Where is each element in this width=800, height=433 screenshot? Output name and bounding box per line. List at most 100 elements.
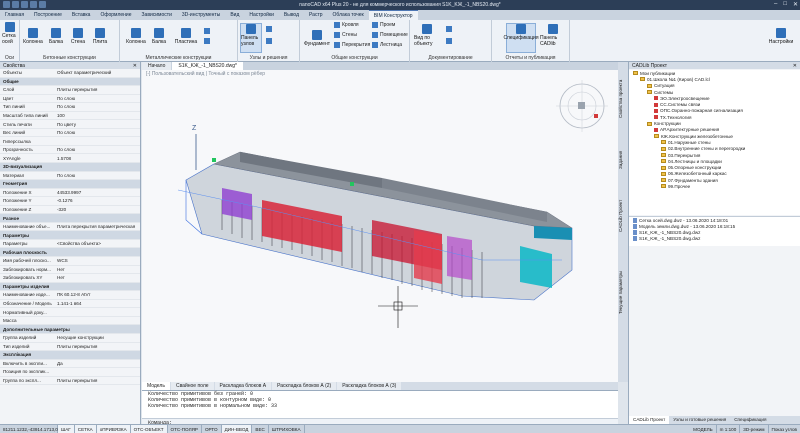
toggle-dyn-input[interactable]: ДИН-ВВОД (221, 424, 253, 433)
node-panel-button[interactable]: Панель узлов (240, 23, 262, 53)
property-row[interactable]: Заблокировать XY Нет (0, 274, 140, 283)
property-value[interactable]: 1.5708 (55, 156, 140, 161)
property-row[interactable]: Гиперссылка (0, 137, 140, 146)
opening-button[interactable]: Проем (372, 22, 395, 28)
property-category[interactable]: Параметры (0, 231, 140, 240)
property-category[interactable]: Общие (0, 77, 140, 87)
minimize-icon[interactable]: – (774, 1, 777, 8)
property-category[interactable]: Дополнительные параметры (0, 325, 140, 334)
property-row[interactable]: Нормативный доку... (0, 308, 140, 317)
specification-button[interactable]: Спецификация (503, 23, 539, 53)
tab-format[interactable]: Оформление (95, 10, 136, 20)
toggle-osnap[interactable]: оПРИВЯЗКА (96, 424, 131, 433)
tab-point-clouds[interactable]: Облака точек (328, 10, 369, 20)
foundation-button[interactable]: Фундамент (304, 30, 330, 47)
property-row[interactable]: Масштаб типа линий 100 (0, 112, 140, 121)
property-row[interactable]: Наименование объе... Плита перекрытия пар… (0, 223, 140, 232)
property-row[interactable]: Включить в экспли... Да (0, 360, 140, 369)
property-value[interactable]: WCS (55, 258, 140, 263)
property-value[interactable]: ПК 60.12-8 AtVт (55, 292, 140, 297)
tab-project-properties[interactable]: Свойства проекта (618, 64, 628, 134)
drawing-viewport[interactable]: [-] Пользовательский вид | Точный с пока… (142, 70, 618, 382)
maximize-icon[interactable]: □ (783, 1, 787, 8)
property-value[interactable]: -0.1276 (55, 198, 140, 203)
property-value[interactable]: 1.141-1 в64 (55, 301, 140, 306)
property-value[interactable]: По слою (55, 173, 140, 178)
close-icon[interactable]: ✕ (133, 63, 137, 69)
property-value[interactable]: <Свойства объекта> (55, 241, 140, 246)
toggle-show-corners[interactable]: Показ углов (769, 425, 800, 433)
property-value[interactable]: 100 (55, 113, 140, 118)
building-model[interactable] (177, 151, 573, 301)
model-3d-view[interactable]: Z (142, 70, 618, 382)
tab-view[interactable]: Вид (225, 10, 244, 20)
property-row[interactable]: Вес линий По слою (0, 129, 140, 138)
tab-insert[interactable]: Вставка (67, 10, 96, 20)
metal-extra-2[interactable] (204, 38, 210, 44)
column-button[interactable]: Колонна (23, 28, 43, 45)
property-value[interactable]: По слою (55, 130, 140, 135)
tab-raster[interactable]: Растр (304, 10, 328, 20)
toggle-hatch[interactable]: ШТРИХОВКА (269, 424, 305, 433)
roof-button[interactable]: Кровля (334, 22, 359, 28)
property-row[interactable]: Тип изделий Плиты перекрытия (0, 343, 140, 352)
doc-tool-1[interactable] (446, 26, 452, 32)
property-value[interactable]: -320 (55, 207, 140, 212)
property-row[interactable]: Заблокировать норм... Нет (0, 266, 140, 275)
tab-start[interactable]: Начало (142, 62, 172, 70)
tab-model[interactable]: Модель (142, 382, 170, 390)
property-value[interactable]: Нет (55, 267, 140, 272)
property-row[interactable]: Обозначение / Модель 1.141-1 в64 (0, 300, 140, 309)
property-category[interactable]: Параметры изделия (0, 282, 140, 292)
property-row[interactable]: Масса (0, 317, 140, 326)
property-row[interactable]: Положение Z -320 (0, 206, 140, 215)
property-category[interactable]: 3D-визуализация (0, 163, 140, 172)
property-row[interactable]: Положение Y -0.1276 (0, 197, 140, 206)
property-row[interactable]: Положение X 44533.9997 (0, 189, 140, 198)
viewport-controls[interactable]: [-] Пользовательский вид | Точный с пока… (146, 71, 265, 77)
scale-indicator[interactable]: m 1:100 (717, 424, 741, 433)
property-value[interactable]: Плиты перекрытия (55, 87, 140, 92)
toggle-3d-mode[interactable]: 3D-режим (740, 424, 769, 433)
beam-button[interactable]: Балка (47, 28, 65, 45)
property-value[interactable]: По слою (55, 104, 140, 109)
tab-3d-tools[interactable]: 3D-инструменты (177, 10, 225, 20)
property-category[interactable]: Рабочая плоскость (0, 248, 140, 258)
toggle-grid[interactable]: СЕТКА (74, 424, 97, 433)
property-value[interactable]: Плиты перекрытия (55, 344, 140, 349)
tab-build[interactable]: Построение (29, 10, 67, 20)
toggle-ortho[interactable]: ОРТО (202, 424, 222, 433)
property-value[interactable]: По слою (55, 147, 140, 152)
metal-column-button[interactable]: Колонна (126, 28, 146, 45)
tab-specification[interactable]: Спецификация (730, 416, 770, 424)
property-value[interactable]: Нет (55, 275, 140, 280)
property-row[interactable]: Слой Плиты перекрытия (0, 86, 140, 95)
property-value[interactable]: 44533.9997 (55, 190, 140, 195)
walls-button[interactable]: Стены (334, 32, 357, 38)
object-selector[interactable]: Объекты Объект параметрический (0, 69, 140, 78)
property-row[interactable]: Имя рабочей плоско... WCS (0, 257, 140, 266)
toggle-polar[interactable]: ОТС-ПОЛЯР (168, 424, 202, 433)
property-row[interactable]: Позиция по эксплик... (0, 368, 140, 377)
plate-button[interactable]: Пластина (174, 28, 198, 45)
tab-layout-a[interactable]: Раскладка блоков А (214, 382, 272, 390)
list-item[interactable]: S1K_KЖ_-1_NBS20.dwg.dwz (629, 235, 800, 241)
tab-settings[interactable]: Настройки (244, 10, 279, 20)
close-icon[interactable]: ✕ (793, 1, 798, 8)
tab-cadlib[interactable]: CADLib Проект (629, 416, 670, 424)
tab-cadlib-project[interactable]: CADLib Проект (618, 186, 628, 246)
model-space-indicator[interactable]: МОДЕЛЬ (690, 424, 717, 433)
property-value[interactable]: Плита перекрытия параметрическая (55, 224, 140, 229)
property-row[interactable]: Тип линий По слою (0, 103, 140, 112)
stair-button[interactable]: Лестница (372, 42, 402, 48)
property-row[interactable]: Группа по экспл... Плиты перекрытия (0, 377, 140, 386)
tab-layout-a3[interactable]: Раскладка блоков А (3) (337, 382, 402, 390)
tab-output[interactable]: Вывод (279, 10, 304, 20)
property-category[interactable]: Разное (0, 214, 140, 223)
grid-button[interactable]: Сетка осей (2, 22, 18, 45)
viewcube[interactable] (556, 80, 608, 132)
floors-button[interactable]: Перекрытия (334, 42, 370, 48)
property-value[interactable]: Да (55, 361, 140, 366)
toggle-snap[interactable]: ШАГ (58, 424, 75, 433)
property-value[interactable]: Плиты перекрытия (55, 378, 140, 383)
